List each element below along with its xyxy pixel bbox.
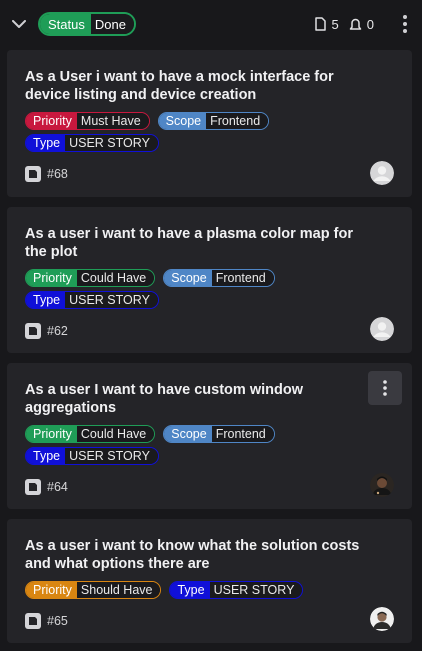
scope-tag: Scope Frontend [163,269,275,287]
priority-tag: Priority Must Have [25,112,150,130]
tag-key: Priority [26,426,77,442]
card-title: As a user i want to know what the soluti… [25,538,360,572]
card-number: #62 [47,324,68,338]
scope-tag: Scope Frontend [157,112,270,130]
task-icon [25,613,41,629]
type-tag: Type USER STORY [25,447,159,465]
task-icon [25,479,41,495]
tag-value: Could Have [76,270,155,286]
tag-value: Must Have [76,113,149,129]
card-title: As a user i want to have a plasma color … [25,226,353,260]
tag-key: Type [170,582,210,598]
type-tag: Type USER STORY [25,134,159,152]
tag-value: Frontend [206,113,269,129]
tag-value: Should Have [76,582,161,598]
document-icon [314,17,326,31]
task-icon [25,166,41,182]
tag-value: USER STORY [65,448,158,464]
story-card[interactable]: As a user i want to know what the soluti… [7,519,412,643]
tag-value: USER STORY [209,582,303,598]
user-photo-avatar[interactable] [370,607,394,631]
tag-key: Scope [158,113,207,129]
tag-key: Type [26,292,66,308]
card-tags: Priority Must Have Scope Frontend Type U… [25,112,355,152]
card-tags: Priority Should Have Type USER STORY [25,581,355,599]
tag-key: Scope [164,270,212,286]
scope-tag: Scope Frontend [163,425,275,443]
story-card[interactable]: As a user I want to have custom window a… [7,363,412,509]
tag-key: Scope [164,426,212,442]
tag-value: Frontend [211,270,274,286]
status-tag-key: Status [40,14,91,34]
task-icon [25,323,41,339]
card-title: As a user I want to have custom window a… [25,382,303,416]
column-header: Status Done 5 0 [0,0,422,48]
tag-key: Priority [26,113,77,129]
type-tag: Type USER STORY [169,581,304,599]
tag-value: USER STORY [65,292,158,308]
priority-tag: Priority Could Have [25,425,156,443]
tag-value: Could Have [76,426,155,442]
card-list: As a User i want to have a mock interfac… [0,48,422,643]
status-tag-value: Done [90,14,134,34]
tag-key: Priority [26,582,77,598]
card-number: #64 [47,480,68,494]
card-tags: Priority Could Have Scope Frontend Type … [25,425,355,465]
card-number: #68 [47,167,68,181]
default-avatar-icon[interactable] [370,161,394,185]
priority-tag: Priority Could Have [25,269,156,287]
card-title: As a User i want to have a mock interfac… [25,69,334,103]
status-tag: Status Done [38,12,136,36]
story-card[interactable]: As a user i want to have a plasma color … [7,207,412,353]
tag-key: Type [26,135,66,151]
story-card[interactable]: As a User i want to have a mock interfac… [7,50,412,197]
tag-value: USER STORY [65,135,158,151]
documents-count: 5 [314,17,339,32]
card-number: #65 [47,614,68,628]
bell-icon [349,18,362,30]
card-menu-icon[interactable] [368,371,402,405]
chevron-down-icon[interactable] [10,15,28,33]
priority-tag: Priority Should Have [25,581,162,599]
documents-count-value: 5 [331,16,339,32]
tag-key: Priority [26,270,77,286]
default-avatar-icon[interactable] [370,317,394,341]
tag-value: Frontend [211,426,274,442]
column-menu-icon[interactable] [398,15,412,33]
type-tag: Type USER STORY [25,291,159,309]
user-photo-avatar[interactable] [370,473,394,497]
tag-key: Type [26,448,66,464]
alerts-count: 0 [349,17,374,32]
alerts-count-value: 0 [366,16,374,32]
card-tags: Priority Could Have Scope Frontend Type … [25,269,355,309]
